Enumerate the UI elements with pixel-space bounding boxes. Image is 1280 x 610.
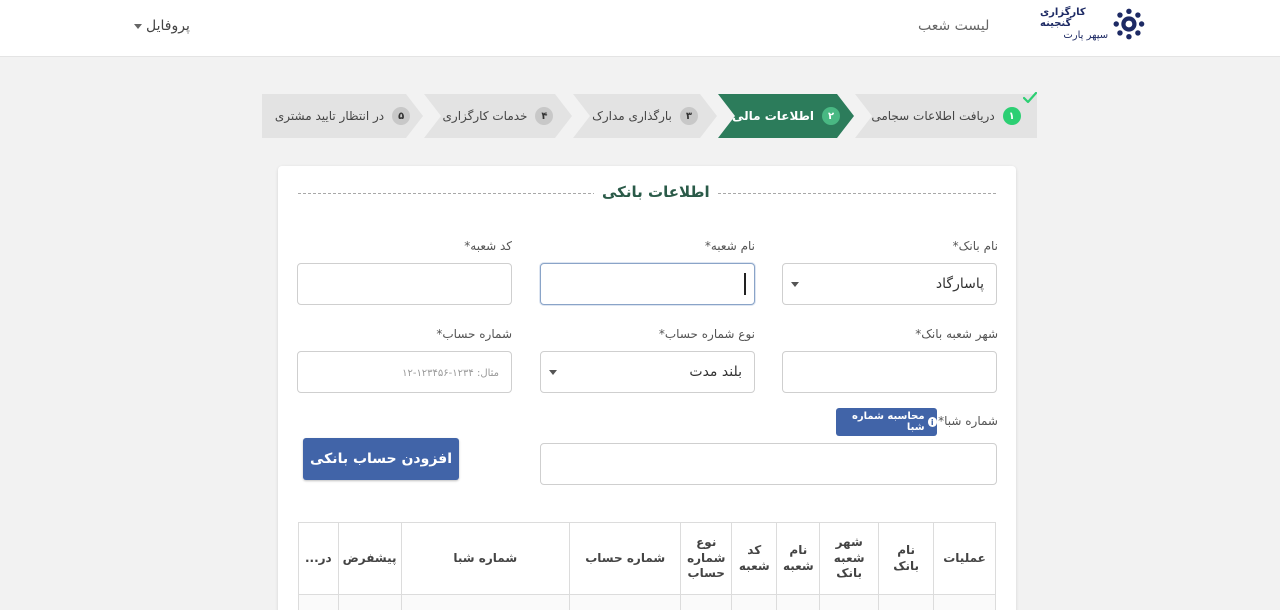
brand-logo[interactable]: کارگزاری گنجینه سپهر پارت <box>1040 3 1146 45</box>
table-inner: عملیات نام بانک شهر شعبه بانک نام شعبه ک… <box>298 522 996 610</box>
step-label: خدمات کارگزاری <box>442 109 528 123</box>
step-sejam-info[interactable]: ۱ دریافت اطلاعات سجامی <box>855 94 1037 138</box>
step-label: اطلاعات مالی <box>731 109 815 123</box>
nav-profile-dropdown[interactable]: پروفایل <box>134 18 190 34</box>
top-navbar: کارگزاری گنجینه سپهر پارت لیست شعب پروفا… <box>0 0 1280 57</box>
step-upload-documents[interactable]: ۳ بارگذاری مدارک <box>573 94 717 138</box>
table-cell <box>819 594 880 610</box>
step-label: دریافت اطلاعات سجامی <box>871 109 995 123</box>
col-account-type: نوع شماره حساب <box>680 522 733 595</box>
table-cell <box>731 594 778 610</box>
step-financial-info[interactable]: ۲ اطلاعات مالی <box>718 94 854 138</box>
table-cell <box>298 594 339 610</box>
chevron-down-icon <box>134 23 142 29</box>
calculate-sheba-button[interactable]: i محاسبه شماره شبا <box>836 408 937 436</box>
account-number-input[interactable] <box>297 351 512 393</box>
logo-mark-icon <box>1113 8 1145 40</box>
bank-name-value: پاسارگاد <box>935 276 984 292</box>
logo-line-1: کارگزاری گنجینه <box>1040 6 1086 30</box>
account-type-select[interactable]: بلند مدت <box>540 351 755 393</box>
step-number-badge: ۲ <box>822 107 840 125</box>
table-cell <box>569 594 682 610</box>
checkmark-icon <box>1023 92 1037 104</box>
col-extra: در... <box>298 522 339 595</box>
table-row <box>298 594 996 610</box>
bank-accounts-table: عملیات نام بانک شهر شعبه بانک نام شعبه ک… <box>298 522 996 610</box>
branch-name-label: نام شعبه* <box>704 239 755 253</box>
add-bank-account-label: افزودن حساب بانکی <box>310 451 452 467</box>
table-cell <box>776 594 821 610</box>
bank-info-card: اطلاعات بانکی نام بانک* پاسارگاد نام شعب… <box>278 166 1016 610</box>
sheba-input[interactable] <box>540 443 997 485</box>
dropdown-arrow-icon <box>791 281 799 287</box>
col-account-number: شماره حساب <box>569 522 682 595</box>
col-bank-city: شهر شعبه بانک <box>819 522 880 595</box>
bank-city-input[interactable] <box>782 351 997 393</box>
add-bank-account-button[interactable]: افزودن حساب بانکی <box>303 438 459 480</box>
col-default: پیشفرض <box>337 522 402 595</box>
info-icon: i <box>927 417 937 427</box>
bank-city-label: شهر شعبه بانک* <box>915 327 998 341</box>
step-number-badge: ۴ <box>535 107 553 125</box>
table-cell <box>933 594 996 610</box>
table-header-row: عملیات نام بانک شهر شعبه بانک نام شعبه ک… <box>298 522 996 595</box>
dropdown-arrow-icon <box>549 369 557 375</box>
table-cell <box>878 594 935 610</box>
bank-accounts-table-scroll[interactable]: عملیات نام بانک شهر شعبه بانک نام شعبه ک… <box>298 522 996 610</box>
step-number-badge: ۱ <box>1002 107 1021 125</box>
nav-profile-label: پروفایل <box>146 18 190 34</box>
nav-branch-list-link[interactable]: لیست شعب <box>918 18 989 34</box>
col-sheba: شماره شبا <box>400 522 571 595</box>
account-type-value: بلند مدت <box>689 364 742 380</box>
table-cell <box>337 594 402 610</box>
branch-code-label: کد شعبه* <box>464 239 512 253</box>
sheba-label: شماره شبا* <box>938 414 998 428</box>
col-bank-name: نام بانک <box>878 522 935 595</box>
account-type-label: نوع شماره حساب* <box>658 327 755 341</box>
account-number-label: شماره حساب* <box>436 327 512 341</box>
branch-code-input[interactable] <box>297 263 512 305</box>
text-cursor <box>744 273 746 295</box>
step-awaiting-confirmation[interactable]: ۵ در انتظار تایید مشتری <box>262 94 423 138</box>
col-operations: عملیات <box>933 522 996 595</box>
step-label: بارگذاری مدارک <box>592 109 672 123</box>
step-number-badge: ۵ <box>392 107 410 125</box>
section-title: اطلاعات بانکی <box>594 183 718 201</box>
table-cell <box>400 594 571 610</box>
table-cell <box>680 594 733 610</box>
branch-name-input[interactable] <box>540 263 755 305</box>
step-number-badge: ۳ <box>680 107 698 125</box>
bank-name-label: نام بانک* <box>952 239 998 253</box>
col-branch-code: کد شعبه <box>731 522 778 595</box>
col-branch-name: نام شعبه <box>776 522 821 595</box>
bank-name-select[interactable]: پاسارگاد <box>782 263 997 305</box>
calculate-sheba-label: محاسبه شماره شبا <box>851 411 925 433</box>
step-label: در انتظار تایید مشتری <box>274 109 385 123</box>
logo-text: کارگزاری گنجینه سپهر پارت <box>1040 7 1108 42</box>
step-brokerage-services[interactable]: ۴ خدمات کارگزاری <box>424 94 572 138</box>
logo-line-2: سپهر پارت <box>1063 29 1109 41</box>
